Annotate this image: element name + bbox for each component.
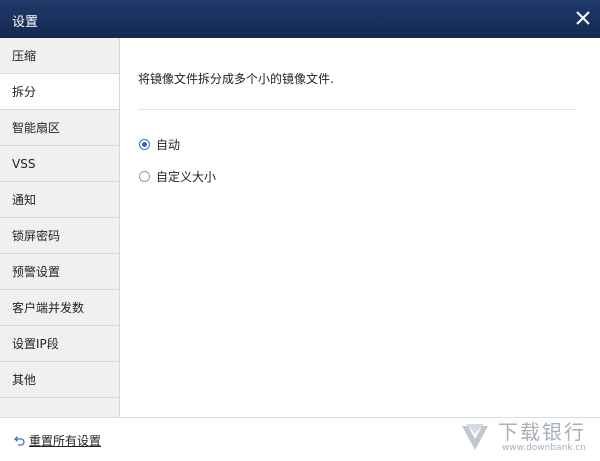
downbank-logo [462,424,488,450]
radio-custom-size[interactable]: 自定义大小 [139,168,216,185]
split-description: 将镜像文件拆分成多个小的镜像文件. [138,72,334,86]
radio-custom-size-label: 自定义大小 [156,170,217,184]
reset-all-settings-label: 重置所有设置 [29,434,102,448]
radio-auto-label: 自动 [156,138,181,152]
sidebar-item-ip-range[interactable]: 设置IP段 [0,326,119,362]
sidebar-item-compression[interactable]: 压缩 [0,38,119,74]
settings-sidebar: 压缩 拆分 智能扇区 VSS 通知 锁屏密码 预警设置 客户端并发数 设置IP段… [0,38,120,417]
sidebar-item-vss[interactable]: VSS [0,146,119,182]
window-title: 设置 [12,15,39,30]
footer-bar: 重置所有设置 下载银行 www.downbank.cn [0,417,600,461]
radio-auto[interactable]: 自动 [139,136,180,153]
sidebar-item-alert-settings[interactable]: 预警设置 [0,254,119,290]
sidebar-item-other[interactable]: 其他 [0,362,119,398]
sidebar-item-client-concurrency[interactable]: 客户端并发数 [0,290,119,326]
sidebar-item-smart-sector[interactable]: 智能扇区 [0,110,119,146]
divider [138,109,576,110]
reset-all-settings-link[interactable]: 重置所有设置 [13,432,101,449]
radio-button-checked[interactable] [139,139,150,150]
watermark: 下载银行 www.downbank.cn [458,420,586,454]
sidebar-item-lock-password[interactable]: 锁屏密码 [0,218,119,254]
close-icon [576,11,590,25]
radio-button-unchecked[interactable] [139,171,150,182]
undo-icon [14,435,25,446]
watermark-url: www.downbank.cn [501,442,586,453]
sidebar-item-notification[interactable]: 通知 [0,182,119,218]
split-settings-panel: 将镜像文件拆分成多个小的镜像文件. 自动 自定义大小 [120,38,600,417]
watermark-text: 下载银行 [498,419,586,444]
title-bar: 设置 [0,0,600,38]
close-button[interactable] [572,7,594,29]
sidebar-item-split[interactable]: 拆分 [0,74,119,110]
